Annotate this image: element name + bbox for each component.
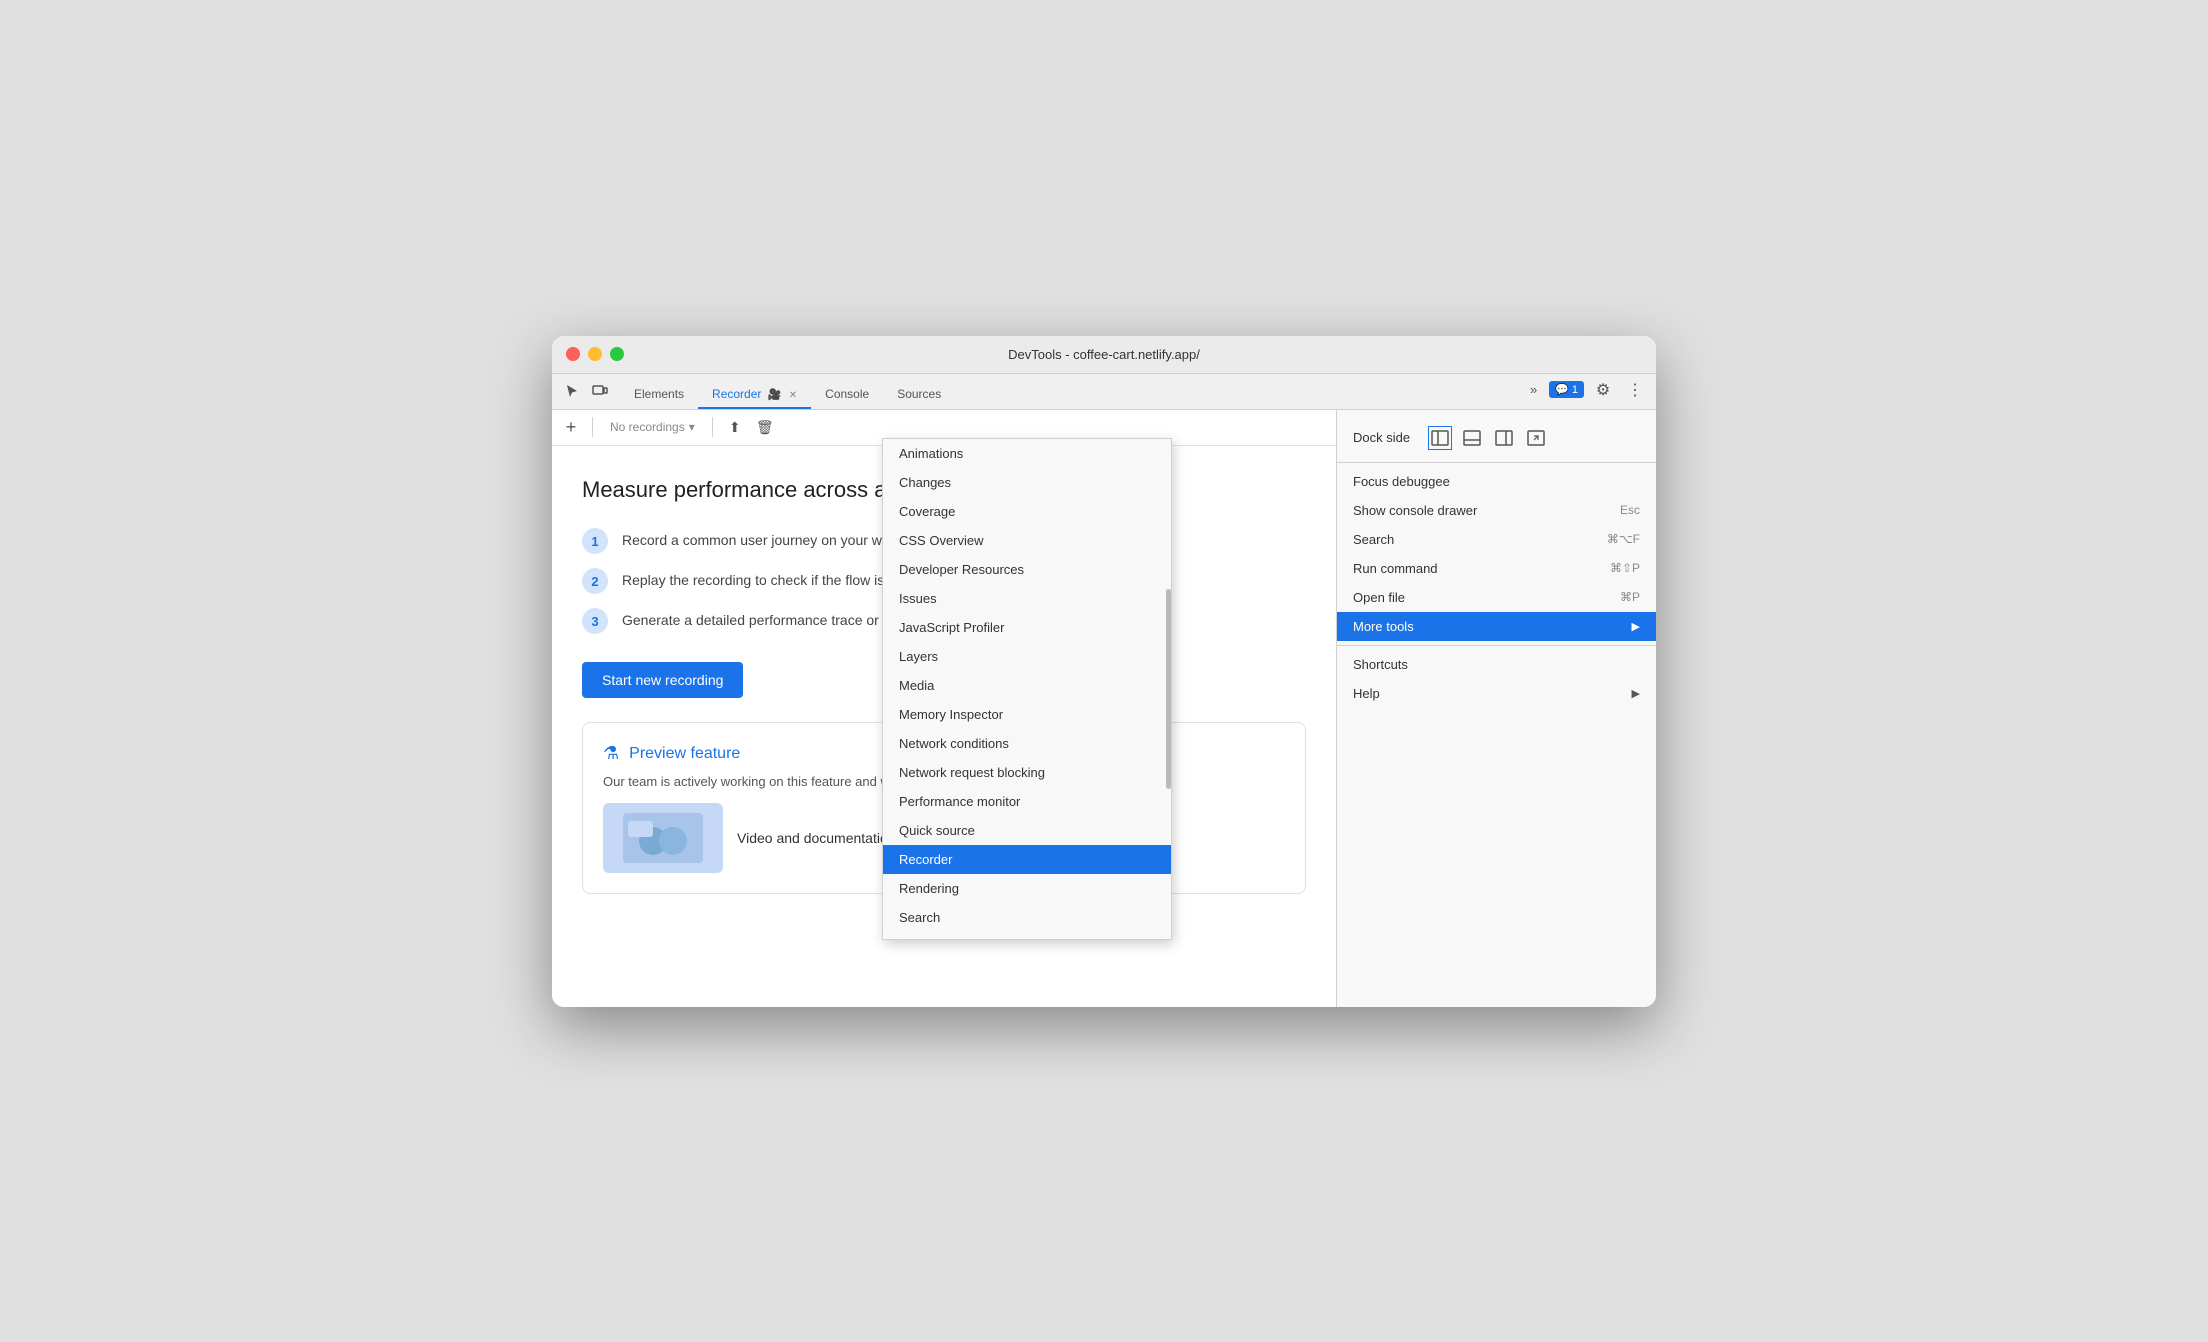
more-options-button[interactable]: ⋮ [1622,377,1648,403]
more-tools-label: More tools [1353,619,1414,634]
shortcuts-item[interactable]: Shortcuts [1337,650,1656,679]
dropdown-item-changes[interactable]: Changes [883,468,1171,497]
more-tools-item[interactable]: More tools ▶ [1337,612,1656,641]
dropdown-item-coverage[interactable]: Coverage [883,497,1171,526]
dropdown-item-issues[interactable]: Issues [883,584,1171,613]
dropdown-item-developer-resources[interactable]: Developer Resources [883,555,1171,584]
devtools-window: DevTools - coffee-cart.netlify.app/ Elem… [552,336,1656,1007]
dock-side-label: Dock side [1353,430,1410,445]
focus-debuggee-item[interactable]: Focus debuggee [1337,467,1656,496]
dropdown-scroll-container: Animations Changes Coverage CSS Overview… [883,439,1171,939]
add-recording-button[interactable]: + [560,416,582,438]
dropdown-item-quick-source[interactable]: Quick source [883,816,1171,845]
toolbar-divider-2 [712,417,713,437]
run-command-item[interactable]: Run command ⌘⇧P [1337,554,1656,583]
step-number-3: 3 [582,608,608,634]
recorder-tab-icon: 🎥 [768,389,782,401]
dropdown-item-performance-monitor[interactable]: Performance monitor [883,787,1171,816]
divider-2 [1337,645,1656,646]
open-file-label: Open file [1353,590,1405,605]
maximize-button[interactable] [610,347,624,361]
undock-button[interactable] [1524,426,1548,450]
dropdown-item-search[interactable]: Search [883,903,1171,932]
tab-sources[interactable]: Sources [883,381,955,409]
dock-left-button[interactable] [1428,426,1452,450]
main-content-wrapper: + No recordings ▾ ⬆ 🗑 Measure performanc… [552,410,1656,1007]
recordings-dropdown[interactable]: No recordings ▾ [603,416,702,438]
dropdown-item-media[interactable]: Media [883,671,1171,700]
window-title: DevTools - coffee-cart.netlify.app/ [1008,347,1200,362]
dock-icons-group [1428,426,1548,450]
notification-icon: 💬 [1555,383,1569,396]
dropdown-item-security[interactable]: Security [883,932,1171,939]
dock-side-row: Dock side [1337,418,1656,458]
more-tools-arrow-icon: ▶ [1632,620,1640,633]
preview-flask-icon: ⚗ [603,743,619,764]
dropdown-scrollbar[interactable] [1166,589,1171,789]
tab-recorder[interactable]: Recorder 🎥 ✕ [698,381,811,409]
tab-console[interactable]: Console [811,381,883,409]
more-tools-dropdown: Animations Changes Coverage CSS Overview… [882,438,1172,940]
tabs-overflow-button[interactable]: » [1524,379,1543,400]
close-button[interactable] [566,347,580,361]
run-command-shortcut: ⌘⇧P [1610,561,1640,575]
settings-gear-button[interactable]: ⚙ [1590,377,1616,403]
search-shortcut: ⌘⌥F [1607,532,1640,546]
show-console-drawer-label: Show console drawer [1353,503,1477,518]
toolbar-divider [592,417,593,437]
cursor-icon[interactable] [560,379,584,403]
notification-count: 1 [1572,384,1578,396]
run-command-label: Run command [1353,561,1438,576]
show-console-drawer-item[interactable]: Show console drawer Esc [1337,496,1656,525]
shortcuts-label: Shortcuts [1353,657,1408,672]
help-item[interactable]: Help ▶ [1337,679,1656,708]
preview-title: Preview feature [629,745,740,763]
video-documentation-link[interactable]: Video and documentation [737,830,896,846]
tab-elements[interactable]: Elements [620,381,698,409]
step-number-1: 1 [582,528,608,554]
focus-debuggee-label: Focus debuggee [1353,474,1450,489]
tabs-right-controls: » 💬 1 ⚙ ⋮ [1524,377,1648,409]
preview-thumbnail [603,803,723,873]
dropdown-item-network-conditions[interactable]: Network conditions [883,729,1171,758]
dropdown-item-rendering[interactable]: Rendering [883,874,1171,903]
dropdown-arrow-icon: ▾ [689,420,695,434]
dock-bottom-button[interactable] [1460,426,1484,450]
device-icon[interactable] [588,379,612,403]
search-label: Search [1353,532,1394,547]
start-recording-button[interactable]: Start new recording [582,662,743,698]
help-arrow-icon: ▶ [1632,687,1640,700]
dropdown-item-network-request-blocking[interactable]: Network request blocking [883,758,1171,787]
right-panel: Dock side [1336,410,1656,1007]
tabs-list: Elements Recorder 🎥 ✕ Console Sources [620,381,955,409]
step-number-2: 2 [582,568,608,594]
help-label: Help [1353,686,1380,701]
tab-close-icon[interactable]: ✕ [789,390,797,401]
right-dropdown-menu: Dock side [1337,410,1656,716]
dropdown-item-js-profiler[interactable]: JavaScript Profiler [883,613,1171,642]
search-item[interactable]: Search ⌘⌥F [1337,525,1656,554]
tabs-bar: Elements Recorder 🎥 ✕ Console Sources » … [552,374,1656,410]
divider-1 [1337,462,1656,463]
notification-badge[interactable]: 💬 1 [1549,381,1584,398]
dropdown-item-css-overview[interactable]: CSS Overview [883,526,1171,555]
open-file-item[interactable]: Open file ⌘P [1337,583,1656,612]
recordings-placeholder: No recordings [610,420,685,434]
show-console-drawer-shortcut: Esc [1620,503,1640,517]
title-bar: DevTools - coffee-cart.netlify.app/ [552,336,1656,374]
traffic-lights [566,347,624,361]
open-file-shortcut: ⌘P [1620,590,1640,604]
dropdown-item-layers[interactable]: Layers [883,642,1171,671]
upload-recording-button[interactable]: ⬆ [723,415,747,439]
minimize-button[interactable] [588,347,602,361]
dropdown-item-memory-inspector[interactable]: Memory Inspector [883,700,1171,729]
dropdown-item-recorder[interactable]: Recorder [883,845,1171,874]
dock-right-button[interactable] [1492,426,1516,450]
delete-recording-button[interactable]: 🗑 [753,415,777,439]
dropdown-item-animations[interactable]: Animations [883,439,1171,468]
tab-icon-group [560,379,612,409]
